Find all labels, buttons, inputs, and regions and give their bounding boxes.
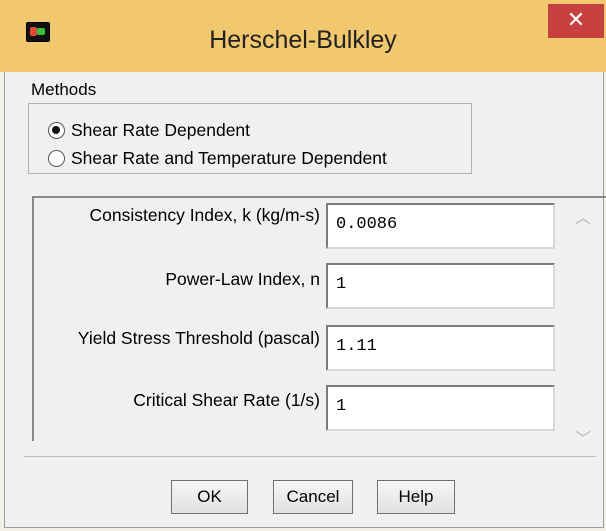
radio-unchecked-icon[interactable] [48, 149, 65, 167]
radio-checked-icon[interactable] [48, 121, 65, 139]
close-button[interactable]: ✕ [548, 4, 604, 38]
radio-label: Shear Rate and Temperature Dependent [71, 147, 387, 168]
help-button[interactable]: Help [377, 480, 455, 514]
divider [24, 456, 596, 457]
scroll-up-icon[interactable]: ︿ [574, 204, 592, 227]
title-bar: Herschel-Bulkley ✕ [0, 0, 606, 72]
radio-shear-rate-temperature-dependent[interactable]: Shear Rate and Temperature Dependent [48, 145, 387, 171]
critical-shear-rate-label: Critical Shear Rate (1/s) [133, 390, 320, 410]
consistency-index-field[interactable]: 0.0086 [326, 203, 555, 249]
yield-stress-threshold-label: Yield Stress Threshold (pascal) [77, 328, 320, 348]
power-law-index-label: Power-Law Index, n [165, 269, 320, 289]
window-title: Herschel-Bulkley [209, 26, 397, 54]
radio-shear-rate-dependent[interactable]: Shear Rate Dependent [48, 117, 250, 143]
power-law-index-field[interactable]: 1 [326, 263, 555, 309]
methods-group-label: Methods [31, 80, 97, 99]
consistency-index-label: Consistency Index, k (kg/m-s) [89, 205, 320, 225]
radio-label: Shear Rate Dependent [71, 119, 251, 140]
scroll-down-icon[interactable]: ﹀ [574, 425, 592, 448]
cancel-button[interactable]: Cancel [273, 480, 353, 514]
critical-shear-rate-field[interactable]: 1 [326, 385, 555, 431]
yield-stress-threshold-field[interactable]: 1.11 [326, 325, 555, 371]
ok-button[interactable]: OK [171, 480, 248, 514]
